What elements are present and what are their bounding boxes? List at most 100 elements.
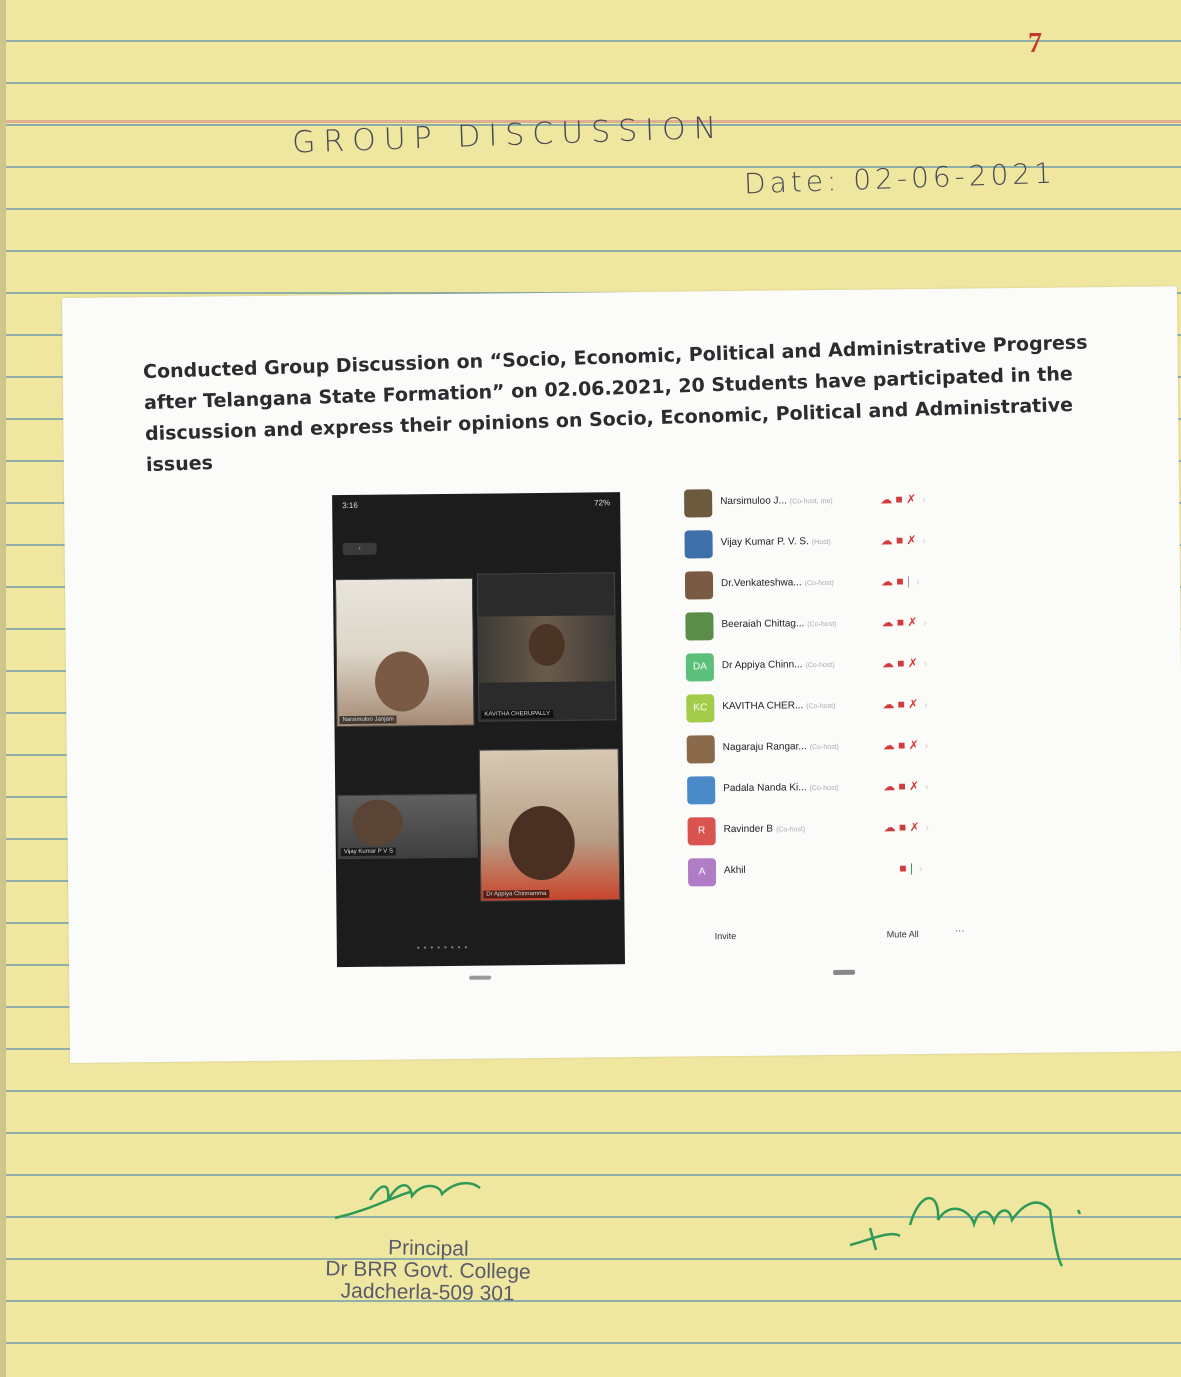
chevron-right-icon: › [916,577,920,589]
video-tile[interactable]: Dr Appiya Chinnamma [478,748,621,902]
participant-controls: ☁ ■ ✗ › [881,533,926,547]
chevron-right-icon: › [925,781,929,793]
video-off-icon: ■ [899,861,907,876]
invite-button[interactable]: Invite [715,931,737,941]
mic-muted-icon: ✗ [908,738,919,753]
video-off-icon: ■ [898,738,906,753]
back-button[interactable]: ‹ [342,542,377,556]
chevron-right-icon: › [923,658,928,670]
video-off-icon: ■ [898,820,907,835]
video-tile[interactable]: Narsimuloo Janjam [334,577,475,728]
avatar [684,571,714,600]
participant-name: Dr Appiya Chinn... [721,659,803,672]
video-off-icon: ■ [898,779,906,794]
participant-row[interactable]: Dr.Venkateshwa... (Co-host) ☁ ■ | › [684,566,975,603]
participant-controls: ☁ ■ ✗ › [883,738,928,752]
status-bar: 3:16 72% [342,498,610,515]
cloud-icon: ☁ [883,820,896,835]
page-indicator-dots: •••••••• [416,942,472,953]
participant-controls: ☁ ■ ✗ › [881,615,926,629]
page-number: 7 [1028,28,1042,59]
participant-controls: ☁ ■ |› [884,861,923,876]
mic-muted-icon: ✗ [908,697,919,712]
participant-face [352,799,403,846]
participant-controls: ☁ ■ ✗ › [884,820,929,834]
avatar [684,530,713,559]
participant-name-wrap: Padala Nanda Ki... (Co-host) [723,782,839,794]
participant-role: (Co-host) [809,743,839,752]
home-indicator [833,969,856,975]
participant-face [508,805,576,881]
participant-row[interactable]: Padala Nanda Ki... (Co-host) ☁ ■ ✗ › [687,771,977,808]
mic-muted-icon: ✗ [906,492,917,507]
participant-row[interactable]: Nagaraju Rangar... (Co-host) ☁ ■ ✗ › [686,730,977,767]
cloud-icon: ☁ [883,779,896,794]
cloud-icon: ☁ [882,697,895,712]
participant-row[interactable]: R Ravinder B (Co-host) ☁ ■ ✗ › [687,812,977,849]
video-tile[interactable]: Vijay Kumar P V S [337,793,478,860]
chevron-right-icon: › [923,617,927,629]
video-tile[interactable]: KAVITHA CHERUPALLY [476,572,617,722]
avatar [687,776,716,805]
participant-row[interactable]: KC KAVITHA CHER... (Co-host) ☁ ■ ✗ › [686,689,976,726]
participant-name-wrap: Dr.Venkateshwa... (Co-host) [721,577,834,589]
status-time: 3:16 [342,500,358,511]
principal-stamp: Principal Dr BRR Govt. College Jadcherla… [287,1236,568,1307]
video-off-icon: ■ [895,492,903,507]
participant-name: Nagaraju Rangar... [722,741,807,754]
mute-all-button[interactable]: Mute All [887,929,919,939]
avatar: KC [686,694,715,723]
participant-name-wrap: Beeraiah Chittag... (Co-host) [721,618,836,630]
participant-row[interactable]: Vijay Kumar P. V. S. (Host) ☁ ■ ✗ › [684,525,974,562]
video-off-icon: ■ [897,697,905,712]
mic-active-icon: | [909,861,914,876]
chevron-right-icon: › [924,699,928,711]
participant-controls: ☁ ■ ✗ › [880,492,925,506]
pad-edge [0,0,6,1377]
cloud-icon: ☁ [880,574,894,589]
chevron-right-icon: › [922,494,926,507]
participant-row[interactable]: Beeraiah Chittag... (Co-host) ☁ ■ ✗ › [685,607,975,644]
cloud-icon: ☁ [882,738,895,753]
cloud-icon: ☁ [881,615,894,630]
participant-row[interactable]: A Akhil ☁ ■ |› [687,853,978,890]
pasted-printout: Conducted Group Discussion on “Socio, Ec… [62,286,1181,1063]
participant-name: Ravinder B [723,823,774,836]
participant-name-wrap: Akhil [724,865,749,876]
participant-controls: ☁ ■ ✗ › [883,779,928,793]
participant-row[interactable]: DA Dr Appiya Chinn... (Co-host) ☁ ■ ✗ › [685,648,976,685]
video-off-icon: ■ [897,656,905,671]
participants-list: Narsimuloo J... (Co-host, me) ☁ ■ ✗ › Vija… [684,484,989,958]
participant-role: (Co-host) [806,702,836,711]
participant-name: Akhil [723,864,746,877]
mic-muted-icon: ✗ [909,820,920,835]
more-options-icon[interactable]: ··· [955,926,965,937]
cloud-icon: ☁ [881,656,894,671]
cloud-icon: ☁ [880,492,893,507]
status-battery: 72% [594,498,611,508]
participant-name-wrap: Vijay Kumar P. V. S. (Host) [721,536,831,548]
video-tile-name: Dr Appiya Chinnamma [483,889,550,899]
video-tile-name: KAVITHA CHERUPALLY [481,709,554,719]
participant-name: KAVITHA CHER... [722,700,804,713]
participant-role: (Host) [811,538,831,547]
mic-icon: | [906,574,911,589]
faculty-signature [849,1196,1082,1267]
participant-role: (Co-host) [804,579,834,588]
video-off-icon: ■ [896,574,904,589]
avatar: A [687,858,717,887]
participant-name: Dr.Venkateshwa... [720,577,802,590]
participant-name-wrap: Dr Appiya Chinn... (Co-host) [722,659,835,671]
participant-name-wrap: Nagaraju Rangar... (Co-host) [723,741,839,753]
chevron-right-icon: › [919,864,923,876]
printout-caption: Conducted Group Discussion on “Socio, Ec… [142,331,1088,477]
participant-row[interactable]: Narsimuloo J... (Co-host, me) ☁ ■ ✗ › [684,484,974,521]
participant-face [374,651,430,712]
avatar: DA [685,653,715,682]
participant-name-wrap: Ravinder B (Co-host) [723,823,806,836]
avatar [685,612,714,641]
participant-name-wrap: KAVITHA CHER... (Co-host) [722,700,835,712]
participant-role: (Co-host) [805,661,835,670]
participant-role: (Co-host) [776,826,806,834]
video-tile-name: Narsimuloo Janjam [339,715,397,725]
